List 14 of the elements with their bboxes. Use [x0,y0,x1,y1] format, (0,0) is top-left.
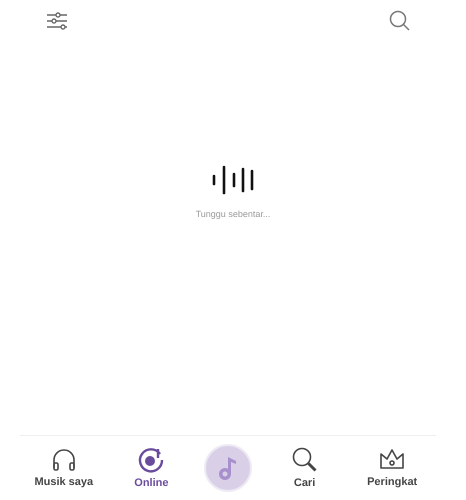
loading-message: Tunggu sebentar... [196,209,270,219]
crown-icon [378,448,406,472]
nav-tab[interactable]: Cari [270,447,340,489]
nav-tab[interactable]: Peringkat [357,448,428,488]
music-note-icon [216,455,239,481]
search-icon [292,447,318,473]
equalizer-settings-icon[interactable] [46,11,68,31]
sound-wave-icon [212,165,254,195]
headphones-icon [50,448,77,472]
nav-tab[interactable]: Musik saya [28,448,99,488]
nav-tab[interactable]: Online [116,447,186,489]
player-button[interactable] [204,444,252,492]
search-icon[interactable] [389,10,411,32]
music-disc-icon [138,447,164,473]
